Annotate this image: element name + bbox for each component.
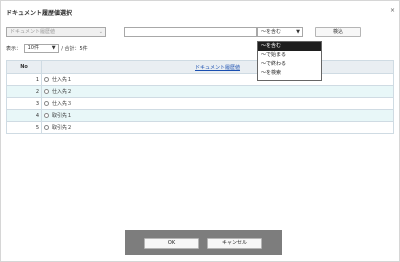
condition-select-value: ～を含む [261,29,282,35]
condition-option[interactable]: ～を含む [258,42,321,51]
row-value: 取引先２ [52,125,73,131]
ok-button[interactable]: OK [144,238,199,249]
per-page-select[interactable]: 10件 ▼ [23,44,59,53]
row-number: 2 [6,85,42,98]
row-number: 4 [6,109,42,122]
row-radio[interactable] [44,113,49,118]
filter-row: ドキュメント履歴値 ⌄ ～を含む ▼ 検込 [6,27,391,39]
row-value: 仕入先３ [52,101,73,107]
condition-option[interactable]: ～で始まる [258,51,321,60]
row-radio[interactable] [44,101,49,106]
condition-select[interactable]: ～を含む ▼ [257,27,303,37]
search-text-input[interactable] [124,27,257,37]
table-row[interactable]: 5 取引先２ [6,121,394,134]
col-doc-header[interactable]: ドキュメント履歴値 [41,60,394,74]
table-row[interactable]: 2 仕入先２ [6,85,394,98]
row-value: 仕入先１ [52,77,73,83]
per-page-value: 10件 [27,45,39,51]
dialog-footer: OK キャンセル [125,230,282,255]
table-row[interactable]: 1 仕入先１ [6,73,394,86]
col-no-header: No [6,60,42,74]
total-count: / 合計：5件 [61,46,88,52]
condition-option[interactable]: ～を検索 [258,69,321,78]
table-row[interactable]: 4 取引先１ [6,109,394,122]
chevron-down-icon: ▼ [51,45,56,51]
table-header-row: No ドキュメント履歴値 [6,60,394,74]
chevron-down-icon: ▼ [296,29,300,35]
dialog-titlebar: ドキュメント履歴値選択 × [1,1,399,21]
row-value: 取引先１ [52,113,73,119]
display-row: 表示： 10件 ▼ / 合計：5件 [6,44,88,54]
history-select-dialog: ドキュメント履歴値選択 × ドキュメント履歴値 ⌄ ～を含む ▼ 検込 表示： … [0,0,400,262]
row-radio[interactable] [44,77,49,82]
row-value: 仕入先２ [52,89,73,95]
row-number: 5 [6,121,42,134]
dialog-title: ドキュメント履歴値選択 [6,10,73,17]
row-number: 3 [6,97,42,110]
cancel-button[interactable]: キャンセル [207,238,262,249]
row-radio[interactable] [44,89,49,94]
close-icon[interactable]: × [390,7,395,14]
row-number: 1 [6,73,42,86]
display-label: 表示： [6,46,22,52]
attribute-select[interactable]: ドキュメント履歴値 ⌄ [6,27,106,37]
attribute-select-value: ドキュメント履歴値 [10,29,56,35]
search-button[interactable]: 検込 [315,27,361,37]
row-radio[interactable] [44,125,49,130]
condition-option[interactable]: ～で終わる [258,60,321,69]
chevron-down-icon: ⌄ [98,29,103,35]
history-table: No ドキュメント履歴値 1 仕入先１ 2 仕入先２ 3 仕入先３ 4 取引先１… [6,60,394,134]
condition-dropdown-list: ～を含む ～で始まる ～で終わる ～を検索 [257,41,322,81]
table-row[interactable]: 3 仕入先３ [6,97,394,110]
